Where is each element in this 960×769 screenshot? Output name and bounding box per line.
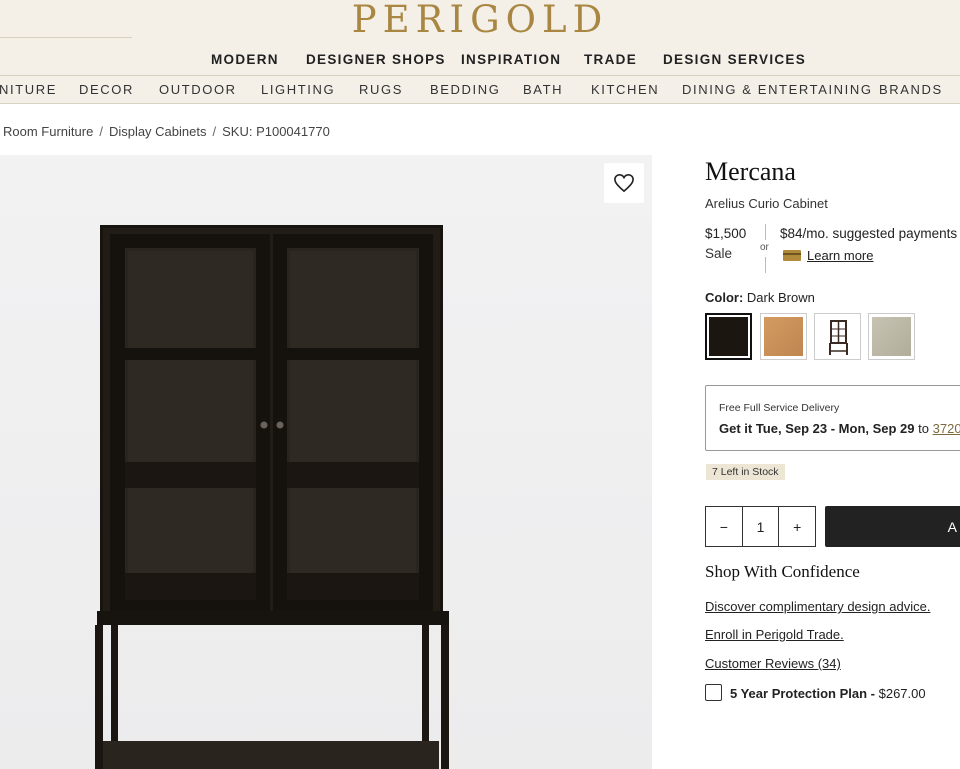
color-label-title: Color:: [705, 290, 744, 305]
breadcrumb-room-furniture[interactable]: Room Furniture: [3, 124, 93, 139]
header-bottom-border: [0, 103, 960, 104]
monthly-payments-text: $84/mo. suggested payments w: [780, 226, 960, 241]
category-rugs[interactable]: RUGS: [359, 82, 403, 97]
add-to-cart-button[interactable]: A: [825, 506, 960, 547]
selected-color-name: Dark Brown: [746, 290, 815, 305]
delivery-zip-link[interactable]: 37201: [933, 421, 960, 436]
category-bedding[interactable]: BEDDING: [430, 82, 500, 97]
swatch-fill: [764, 317, 803, 356]
delivery-estimate: Get it Tue, Sep 23 - Mon, Sep 29 to 3720…: [719, 421, 960, 436]
shop-with-confidence-heading: Shop With Confidence: [705, 562, 860, 581]
favorite-button[interactable]: [604, 163, 644, 203]
heart-icon: [614, 173, 634, 193]
protection-plan-checkbox[interactable]: [705, 684, 722, 701]
nav-item-designer-shops[interactable]: DESIGNER SHOPS: [306, 52, 446, 67]
category-brands[interactable]: BRANDS: [879, 82, 943, 97]
breadcrumb-separator: /: [212, 124, 217, 139]
delivery-dates: Get it Tue, Sep 23 - Mon, Sep 29: [719, 421, 915, 436]
payment-divider: [765, 257, 766, 273]
color-label: Color: Dark Brown: [705, 290, 815, 305]
product-name: Arelius Curio Cabinet: [705, 196, 828, 211]
quantity-stepper: − 1 +: [705, 506, 816, 547]
stock-badge: 7 Left in Stock: [706, 464, 785, 480]
site-header: PERIGOLD MODERN DESIGNER SHOPS INSPIRATI…: [0, 0, 960, 104]
sale-label: Sale: [705, 246, 733, 261]
nav-item-inspiration[interactable]: INSPIRATION: [461, 52, 561, 67]
quantity-value[interactable]: 1: [741, 507, 780, 546]
product-image-gallery[interactable]: [0, 155, 652, 769]
payment-divider: [765, 224, 766, 240]
color-swatch-natural[interactable]: [760, 313, 807, 360]
decrease-quantity-button[interactable]: −: [706, 507, 742, 546]
delivery-to: to: [918, 421, 929, 436]
increase-quantity-button[interactable]: +: [779, 507, 815, 546]
category-bath[interactable]: BATH: [523, 82, 563, 97]
category-outdoor[interactable]: OUTDOOR: [159, 82, 237, 97]
trade-enroll-link[interactable]: Enroll in Perigold Trade.: [705, 627, 844, 642]
category-lighting[interactable]: LIGHTING: [261, 82, 335, 97]
learn-more-link[interactable]: Learn more: [807, 248, 873, 263]
color-swatch-cabinet-thumbnail[interactable]: [814, 313, 861, 360]
nav-item-modern[interactable]: MODERN: [211, 52, 279, 67]
perigold-logo[interactable]: PERIGOLD: [0, 0, 960, 40]
customer-reviews-link[interactable]: Customer Reviews (34): [705, 656, 841, 671]
protection-plan-label[interactable]: 5 Year Protection Plan - $267.00: [730, 686, 926, 701]
protection-plan-title: 5 Year Protection Plan -: [730, 686, 875, 701]
category-decor[interactable]: DECOR: [79, 82, 134, 97]
or-label: or: [760, 242, 769, 253]
nav-item-design-services[interactable]: DESIGN SERVICES: [663, 52, 806, 67]
category-furniture[interactable]: NITURE: [0, 82, 57, 97]
breadcrumb-sku: SKU: P100041770: [222, 124, 330, 139]
breadcrumb-separator: /: [99, 124, 103, 139]
swatch-fill: [872, 317, 911, 356]
delivery-title: Free Full Service Delivery: [719, 402, 840, 414]
product-brand[interactable]: Mercana: [705, 157, 796, 187]
credit-card-icon: [783, 250, 801, 261]
category-dining-entertaining[interactable]: DINING & ENTERTAINING: [682, 82, 873, 97]
color-swatch-gray[interactable]: [868, 313, 915, 360]
nav-item-trade[interactable]: TRADE: [584, 52, 637, 67]
cabinet-thumbnail-icon: [829, 320, 848, 355]
product-price: $1,500: [705, 226, 747, 241]
main-nav: MODERN DESIGNER SHOPS INSPIRATION TRADE …: [0, 52, 960, 72]
header-divider: [0, 37, 132, 38]
delivery-box: Free Full Service Delivery Get it Tue, S…: [705, 385, 960, 451]
cabinet-product-image: [95, 225, 449, 769]
subnav-divider: [0, 75, 960, 76]
design-advice-link[interactable]: Discover complimentary design advice.: [705, 599, 930, 614]
color-swatch-dark-brown[interactable]: [705, 313, 752, 360]
breadcrumb-display-cabinets[interactable]: Display Cabinets: [109, 124, 207, 139]
breadcrumb: Room Furniture / Display Cabinets / SKU: P10…: [3, 124, 330, 139]
protection-plan-price: $267.00: [878, 686, 926, 701]
swatch-fill: [709, 317, 748, 356]
category-kitchen[interactable]: KITCHEN: [591, 82, 659, 97]
category-nav: NITURE DECOR OUTDOOR LIGHTING RUGS BEDDI…: [0, 82, 960, 100]
